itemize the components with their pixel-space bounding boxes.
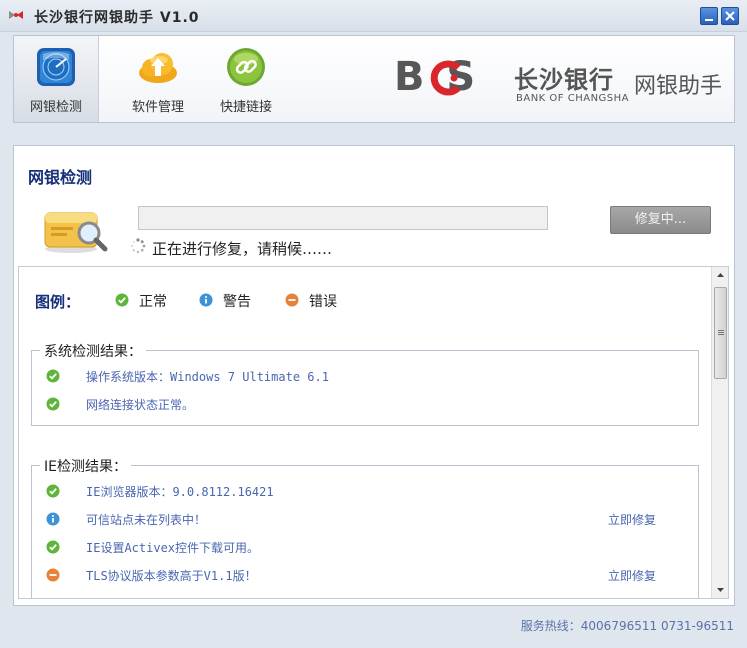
cloud-upload-icon: [139, 53, 177, 83]
info-icon: [46, 512, 60, 526]
close-icon: [725, 11, 735, 21]
results-panel: 图例： 正常 警告 错误 系统检测结果： 操作系统版本：Windows 7 Ul…: [18, 266, 729, 599]
system-check-group: 系统检测结果： 操作系统版本：Windows 7 Ultimate 6.1 网络…: [31, 341, 699, 426]
legend-label: 警告: [223, 294, 251, 310]
logo-c-mark: [430, 60, 461, 96]
scroll-up-arrow-icon[interactable]: [712, 267, 729, 284]
legend-label: 错误: [309, 294, 337, 310]
tab-quick-links[interactable]: 快捷链接: [204, 36, 288, 122]
logo-name-cn: 长沙银行: [514, 66, 614, 94]
title-bar: 长沙银行网银助手 V1.0: [0, 0, 747, 32]
card-magnifier-icon: [44, 212, 108, 253]
result-text: 可信站点未在列表中！: [86, 513, 207, 527]
list-item: IE浏览器版本：9.0.8112.16421: [32, 481, 698, 503]
ok-icon: [46, 540, 60, 554]
fix-now-link[interactable]: 立即修复: [608, 511, 656, 528]
radar-icon: [37, 48, 75, 86]
legend-label: 正常: [139, 294, 167, 310]
close-button[interactable]: [721, 7, 739, 25]
list-item: TLS协议版本参数高于V1.1版！ 立即修复: [32, 565, 698, 587]
loading-spinner-icon: [131, 238, 146, 254]
window-title: 长沙银行网银助手 V1.0: [34, 10, 200, 26]
repair-status-text: 正在进行修复，请稍候……: [152, 240, 333, 258]
list-item: 网络连接状态正常。: [32, 394, 698, 416]
result-text: IE浏览器版本：9.0.8112.16421: [86, 485, 274, 499]
app-logo-icon: [9, 11, 23, 19]
info-icon: [199, 293, 213, 307]
list-item: 可信站点未在列表中！ 立即修复: [32, 509, 698, 531]
ok-icon: [115, 293, 129, 307]
fix-now-link[interactable]: 立即修复: [608, 567, 656, 584]
minimize-button[interactable]: [700, 7, 718, 25]
tab-netbank-check[interactable]: 网银检测: [14, 36, 99, 122]
repair-button[interactable]: 修复中...: [610, 206, 711, 234]
ok-icon: [46, 397, 60, 411]
group-title: IE检测结果：: [40, 456, 131, 476]
ok-icon: [46, 484, 60, 498]
result-text: TLS协议版本参数高于V1.1版！: [86, 569, 257, 583]
repair-progress-bar: [138, 206, 548, 230]
service-hotline: 服务热线：4006796511 0731-96511: [520, 619, 734, 633]
legend: 图例： 正常 警告 错误: [35, 291, 415, 311]
grip-icon: [718, 330, 724, 331]
scrollbar-thumb[interactable]: [714, 287, 727, 379]
group-title: 系统检测结果：: [40, 341, 146, 361]
list-item: IE设置Activex控件下载可用。: [32, 537, 698, 559]
list-item: 操作系统版本：Windows 7 Ultimate 6.1: [32, 366, 698, 388]
result-text: IE设置Activex控件下载可用。: [86, 541, 260, 555]
main-panel: 网银检测 正在进行修复，请稍候…… 修复中... 图例： 正常 警告 错误 系统…: [13, 145, 735, 606]
page-title: 网银检测: [28, 168, 93, 187]
tab-label: 快捷链接: [219, 100, 272, 115]
toolbar: 网银检测 软件管理 快捷链接 B S 长沙银行 BANK OF CHANGSHA…: [13, 35, 735, 123]
tab-label: 软件管理: [131, 100, 184, 115]
logo-name-en: BANK OF CHANGSHA: [516, 93, 629, 104]
logo-product: 网银助手: [634, 74, 723, 99]
link-icon: [227, 48, 265, 86]
legend-title: 图例：: [35, 293, 81, 311]
tab-software-manage[interactable]: 软件管理: [116, 36, 200, 122]
error-icon: [46, 568, 60, 582]
scroll-down-arrow-icon[interactable]: [712, 581, 729, 598]
result-text: 操作系统版本：Windows 7 Ultimate 6.1: [86, 370, 329, 384]
ok-icon: [46, 369, 60, 383]
bank-logo: B S 长沙银行 BANK OF CHANGSHA 网银助手: [394, 54, 729, 109]
ie-check-group: IE检测结果： IE浏览器版本：9.0.8112.16421 可信站点未在列表中…: [31, 456, 699, 598]
error-icon: [285, 293, 299, 307]
tab-label: 网银检测: [29, 100, 82, 115]
results-scrollbar[interactable]: [711, 267, 728, 598]
result-text: 网络连接状态正常。: [86, 398, 195, 412]
